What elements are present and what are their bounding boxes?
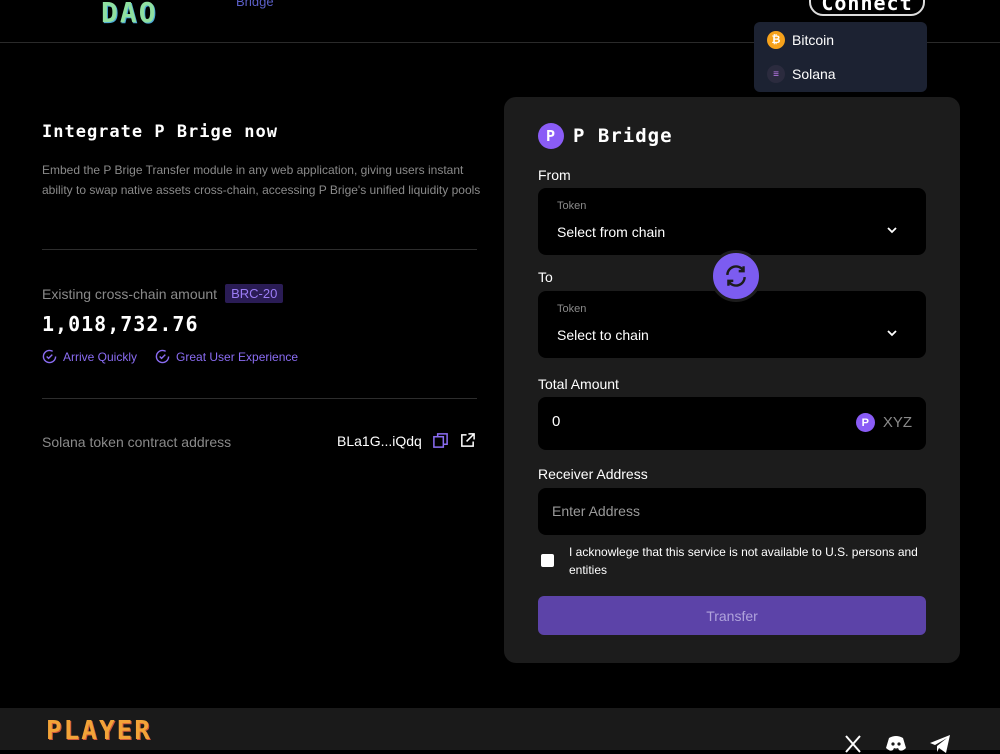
external-link-icon[interactable] <box>459 432 476 449</box>
contract-address-label: Solana token contract address <box>42 434 232 450</box>
swap-direction-button[interactable] <box>710 250 762 302</box>
cross-chain-amount: 1,018,732.76 <box>42 312 199 336</box>
existing-amount-text: Existing cross-chain amount <box>42 285 218 302</box>
to-chain-value: Select to chain <box>557 327 649 343</box>
refresh-icon <box>726 265 746 287</box>
receiver-address-label: Receiver Address <box>538 466 648 482</box>
receiver-address-field[interactable]: Enter Address <box>538 488 926 535</box>
from-chain-value: Select from chain <box>557 224 666 240</box>
to-label: To <box>538 269 553 285</box>
chevron-down-icon <box>887 227 897 234</box>
intro-title: Integrate P Brige now <box>42 122 278 142</box>
p-logo-icon: P <box>538 123 564 149</box>
bridge-title-text: P Bridge <box>573 125 673 147</box>
token-standard-badge: BRC-20 <box>225 284 284 303</box>
footer: PLAYER <box>0 708 1000 753</box>
solana-icon: ≡ <box>767 65 785 83</box>
contract-address-row: BLa1G...iQdq <box>337 432 476 449</box>
connect-button[interactable]: Connect <box>809 0 925 16</box>
check-circle-icon <box>155 349 170 364</box>
chain-option-bitcoin[interactable]: ₿ Bitcoin <box>767 29 834 51</box>
from-token-label: Token <box>557 200 587 212</box>
x-icon[interactable] <box>843 734 863 754</box>
amount-input[interactable]: 0 <box>552 413 560 430</box>
receiver-address-input[interactable]: Enter Address <box>552 503 640 519</box>
bitcoin-icon: ₿ <box>767 31 785 49</box>
from-chain-select[interactable]: Token Select from chain <box>538 188 926 255</box>
from-label: From <box>538 167 571 183</box>
feature-label: Great User Experience <box>176 349 299 364</box>
telegram-icon[interactable] <box>929 734 951 754</box>
token-selector[interactable]: P XYZ <box>855 413 912 432</box>
bridge-title: P P Bridge <box>538 123 673 149</box>
chain-option-solana[interactable]: ≡ Solana <box>767 63 836 85</box>
nav-link-bridge[interactable]: Bridge <box>236 0 274 9</box>
chain-option-label: Bitcoin <box>792 32 835 48</box>
intro-description: Embed the P Brige Transfer module in any… <box>42 163 481 197</box>
chevron-down-icon <box>887 330 897 337</box>
divider <box>42 398 477 399</box>
divider <box>42 249 477 250</box>
to-token-label: Token <box>557 303 587 315</box>
footer-logo[interactable]: PLAYER <box>46 716 152 746</box>
token-symbol: XYZ <box>882 414 912 431</box>
logo[interactable]: DAO <box>101 0 158 29</box>
copy-icon[interactable] <box>432 432 449 449</box>
chain-option-label: Solana <box>792 66 836 82</box>
feature-label: Arrive Quickly <box>63 349 138 364</box>
check-circle-icon <box>42 349 57 364</box>
total-amount-label: Total Amount <box>538 376 619 392</box>
acknowledge-text: I acknowlege that this service is not av… <box>569 545 918 577</box>
transfer-button[interactable]: Transfer <box>538 596 926 635</box>
discord-icon[interactable] <box>885 734 907 754</box>
feature-list: Arrive Quickly Great User Experience <box>42 349 298 364</box>
social-links <box>843 734 951 754</box>
p-token-icon: P <box>855 413 875 432</box>
feature-item: Arrive Quickly <box>42 349 137 364</box>
amount-field[interactable]: 0 P XYZ <box>538 397 926 450</box>
chain-dropdown-menu: ₿ Bitcoin ≡ Solana <box>754 22 927 92</box>
feature-item: Great User Experience <box>155 349 298 364</box>
acknowledge-checkbox[interactable] <box>541 554 554 567</box>
existing-amount-label: Existing cross-chain amount BRC-20 <box>42 284 284 303</box>
contract-address: BLa1G...iQdq <box>337 432 422 449</box>
